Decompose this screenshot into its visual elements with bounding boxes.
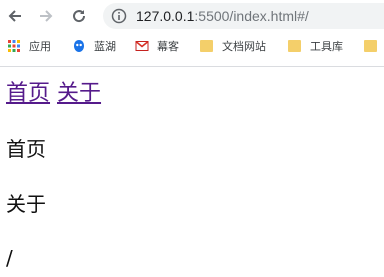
- url-path: :5500/index.html#/: [194, 8, 309, 24]
- bookmark-tools[interactable]: 工具库: [288, 37, 343, 55]
- folder-icon: [364, 39, 378, 53]
- back-button[interactable]: [4, 5, 26, 27]
- url-text[interactable]: 127.0.0.1:5500/index.html#/: [136, 7, 309, 25]
- current-path-text: /: [6, 246, 13, 270]
- lanhu-icon: [74, 40, 84, 52]
- bookmark-apps[interactable]: 应用: [7, 37, 51, 55]
- bookmark-label: 蓝湖: [94, 40, 116, 53]
- bookmark-label: 应用: [29, 40, 51, 53]
- gmail-icon: [135, 41, 149, 51]
- home-view-text: 首页: [6, 137, 46, 161]
- bookmark-label: 工具库: [310, 40, 343, 53]
- bookmarks-bar: 应用 蓝湖 幕客 文档网站 工具库: [0, 33, 384, 59]
- bookmark-label: 幕客: [157, 40, 179, 53]
- info-icon[interactable]: [111, 8, 127, 24]
- home-link[interactable]: 首页: [6, 81, 50, 106]
- reload-icon: [73, 10, 86, 23]
- forward-button[interactable]: [35, 5, 57, 27]
- reload-button[interactable]: [68, 5, 90, 27]
- folder-icon: [288, 39, 302, 53]
- address-bar[interactable]: 127.0.0.1:5500/index.html#/: [103, 3, 384, 29]
- browser-chrome: 127.0.0.1:5500/index.html#/ 应用 蓝湖 幕客 文档网…: [0, 0, 384, 67]
- bookmark-docs[interactable]: 文档网站: [200, 37, 266, 55]
- folder-icon: [200, 39, 214, 53]
- router-nav: 首页 关于: [6, 81, 101, 107]
- apps-grid-icon: [8, 40, 20, 52]
- bookmark-mooc[interactable]: 幕客: [135, 37, 179, 55]
- url-host: 127.0.0.1: [136, 8, 195, 24]
- arrow-right-icon: [40, 10, 53, 22]
- bookmark-lanhu[interactable]: 蓝湖: [72, 37, 116, 55]
- page-content: 首页 关于 首页 关于 /: [0, 67, 384, 277]
- about-view-text: 关于: [6, 192, 46, 216]
- bookmark-label: 文档网站: [222, 40, 266, 53]
- bookmark-overflow[interactable]: [364, 37, 384, 55]
- about-link[interactable]: 关于: [57, 81, 101, 106]
- browser-toolbar: 127.0.0.1:5500/index.html#/: [0, 0, 384, 31]
- arrow-left-icon: [8, 10, 21, 22]
